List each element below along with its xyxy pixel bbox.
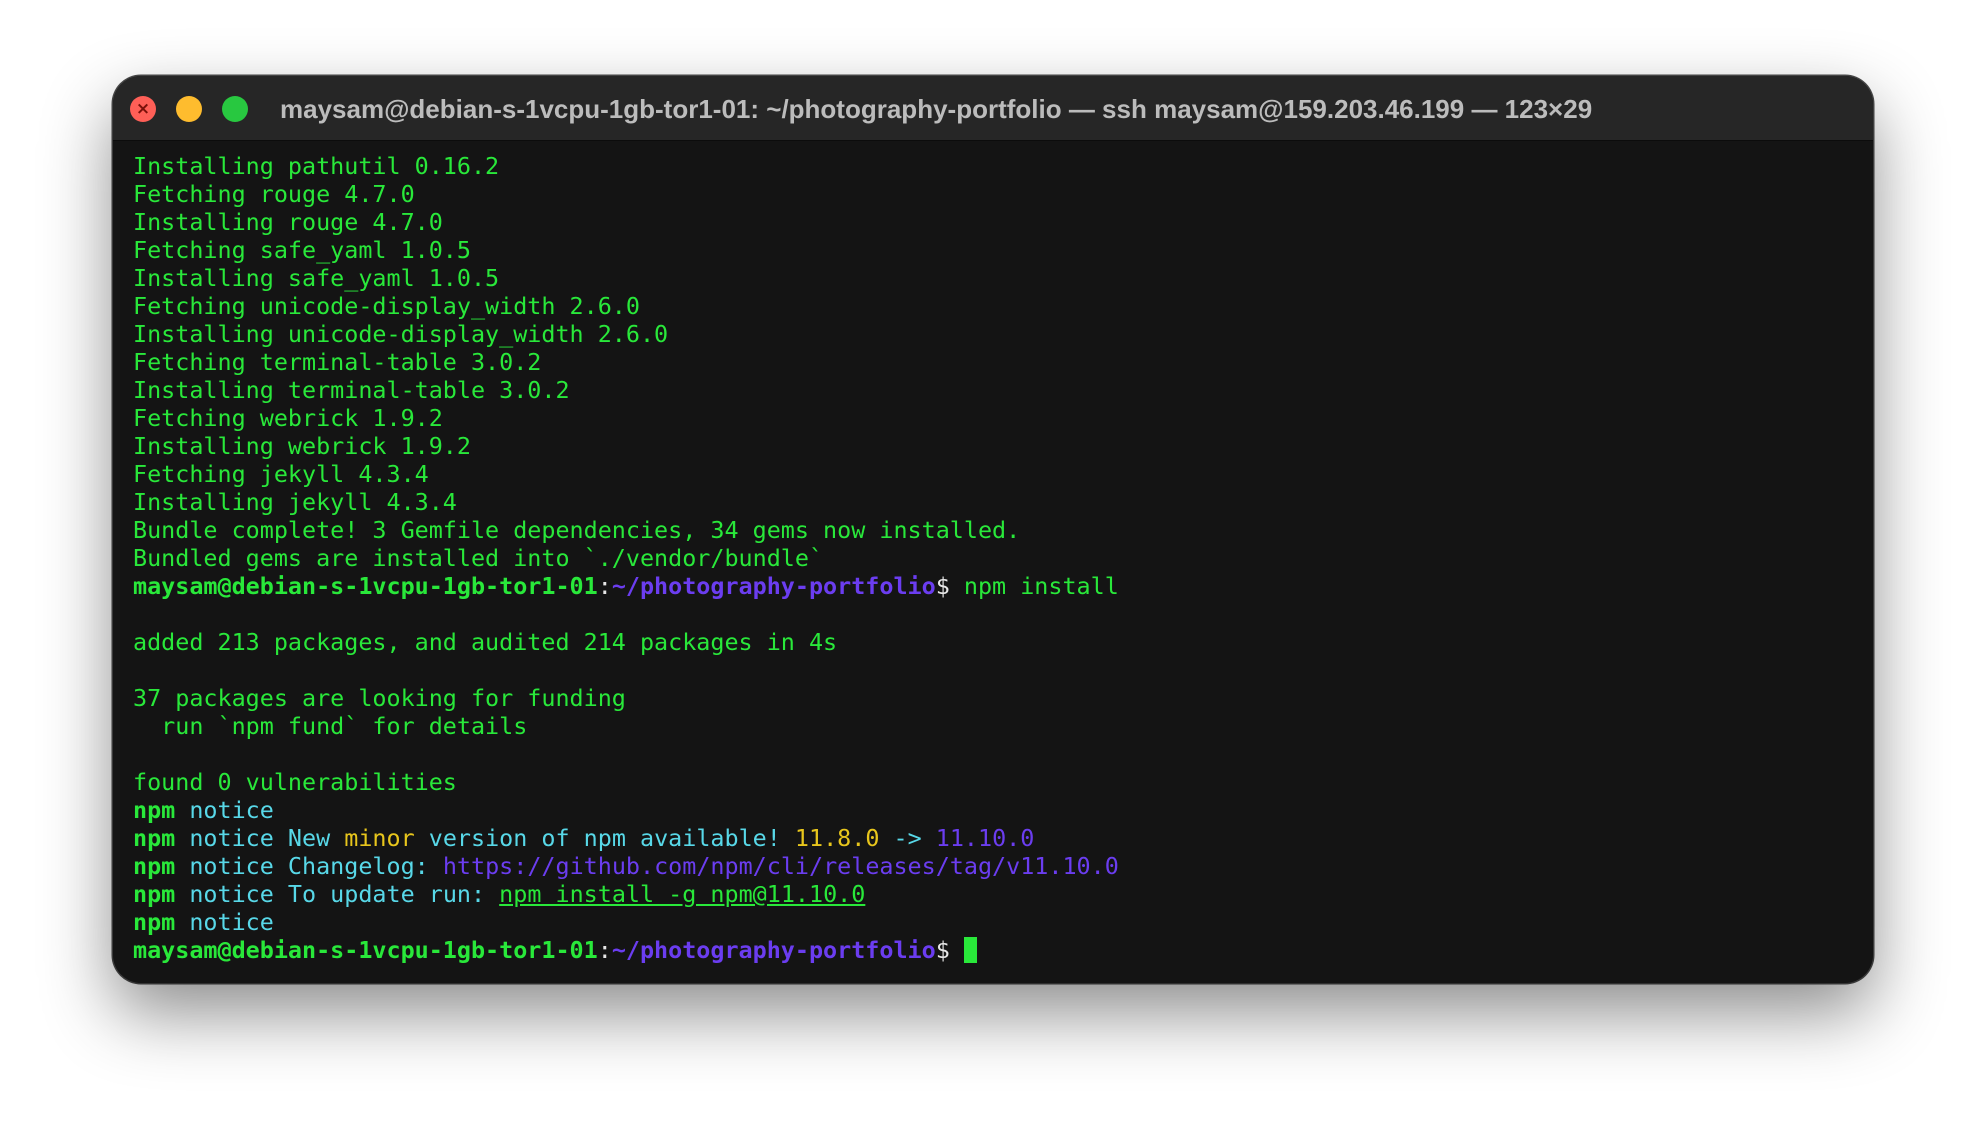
zoom-button[interactable]: [222, 96, 248, 122]
notice-word: notice: [189, 824, 274, 852]
npm-added-line: added 213 packages, and audited 214 pack…: [133, 628, 838, 656]
output-line: Fetching webrick 1.9.2: [133, 404, 443, 432]
window-title: maysam@debian-s-1vcpu-1gb-tor1-01: ~/pho…: [280, 94, 1593, 124]
npm-label: npm: [133, 880, 176, 908]
output-line: Fetching jekyll 4.3.4: [133, 460, 429, 488]
notice-text: New: [273, 824, 345, 852]
prompt-colon: :: [597, 936, 612, 964]
new-version: 11.10.0: [935, 824, 1035, 852]
minor-label: minor: [344, 824, 415, 852]
output-line: Fetching rouge 4.7.0: [133, 180, 415, 208]
npm-label: npm: [133, 852, 176, 880]
update-label: To update run:: [273, 880, 500, 908]
notice-word: notice: [189, 880, 274, 908]
prompt-dollar: $: [935, 936, 964, 964]
active-prompt-line[interactable]: maysam@debian-s-1vcpu-1gb-tor1-01:~/phot…: [133, 936, 1853, 964]
output-line: Installing terminal-table 3.0.2: [133, 376, 570, 404]
npm-label: npm: [133, 824, 176, 852]
output-line: Installing pathutil 0.16.2: [133, 152, 500, 180]
update-command[interactable]: npm install -g npm@11.10.0: [499, 880, 865, 908]
terminal-content[interactable]: Installing pathutil 0.16.2 Fetching roug…: [133, 152, 1853, 964]
prompt-colon: :: [597, 572, 612, 600]
prompt-user-host: maysam@debian-s-1vcpu-1gb-tor1-01: [133, 572, 598, 600]
npm-notice-line: npm notice: [133, 908, 1853, 936]
title-bar[interactable]: × maysam@debian-s-1vcpu-1gb-tor1-01: ~/p…: [113, 76, 1873, 141]
output-line: Fetching unicode-display_width 2.6.0: [133, 292, 640, 320]
old-version: 11.8.0: [794, 824, 880, 852]
output-line: Bundle complete! 3 Gemfile dependencies,…: [133, 516, 1021, 544]
output-line: Installing unicode-display_width 2.6.0: [133, 320, 669, 348]
npm-notice-line: npm notice Changelog: https://github.com…: [133, 852, 1853, 880]
npm-notice-line: npm notice New minor version of npm avai…: [133, 824, 1853, 852]
output-line: Fetching terminal-table 3.0.2: [133, 348, 542, 376]
npm-funding-line: 37 packages are looking for funding: [133, 684, 626, 712]
output-line: Fetching safe_yaml 1.0.5: [133, 236, 471, 264]
command-line: maysam@debian-s-1vcpu-1gb-tor1-01:~/phot…: [133, 572, 1853, 600]
output-line: Installing webrick 1.9.2: [133, 432, 471, 460]
close-button[interactable]: ×: [130, 96, 156, 122]
npm-label: npm: [133, 796, 176, 824]
close-icon: ×: [135, 99, 151, 119]
terminal-window: × maysam@debian-s-1vcpu-1gb-tor1-01: ~/p…: [113, 76, 1873, 983]
changelog-link[interactable]: https://github.com/npm/cli/releases/tag/…: [443, 852, 1119, 880]
text-cursor: [963, 937, 977, 963]
npm-notice-line: npm notice: [133, 796, 1853, 824]
notice-word: notice: [189, 852, 274, 880]
notice-word: notice: [189, 796, 274, 824]
prompt-path: ~/photography-portfolio: [611, 936, 936, 964]
npm-vulnerabilities-line: found 0 vulnerabilities: [133, 768, 457, 796]
output-line: Installing safe_yaml 1.0.5: [133, 264, 500, 292]
minimize-button[interactable]: [176, 96, 202, 122]
changelog-label: Changelog:: [273, 852, 443, 880]
notice-text: version of npm available!: [414, 824, 795, 852]
prompt-path: ~/photography-portfolio: [611, 572, 936, 600]
version-arrow: ->: [879, 824, 936, 852]
npm-notice-line: npm notice To update run: npm install -g…: [133, 880, 1853, 908]
prompt-dollar: $: [935, 572, 964, 600]
output-line: Installing rouge 4.7.0: [133, 208, 443, 236]
prompt-user-host: maysam@debian-s-1vcpu-1gb-tor1-01: [133, 936, 598, 964]
npm-fund-hint-line: run `npm fund` for details: [133, 712, 528, 740]
npm-label: npm: [133, 908, 176, 936]
command-text: npm install: [963, 572, 1119, 600]
output-line: Installing jekyll 4.3.4: [133, 488, 457, 516]
output-line: Bundled gems are installed into `./vendo…: [133, 544, 824, 572]
notice-word: notice: [189, 908, 274, 936]
